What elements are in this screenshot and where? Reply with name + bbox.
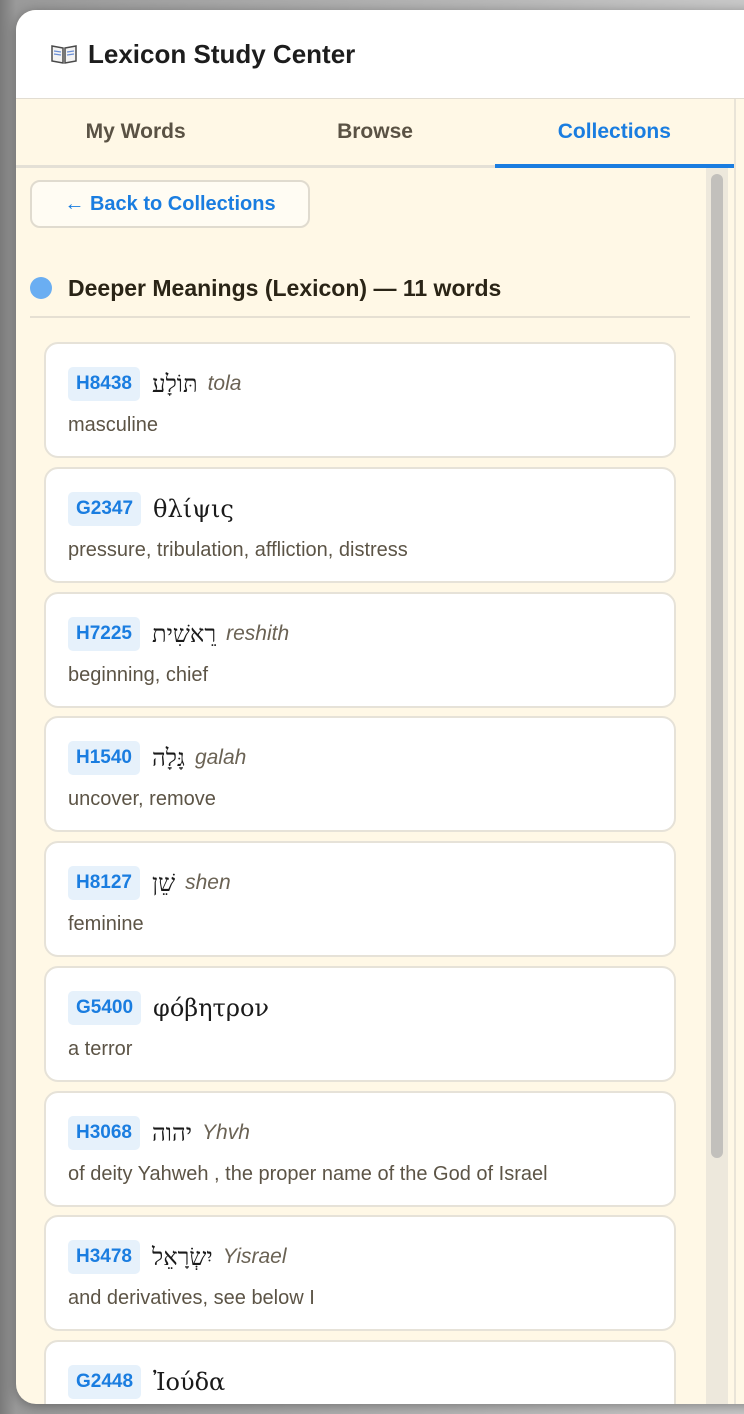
tab-browse[interactable]: Browse [255, 99, 494, 165]
collection-header: Deeper Meanings (Lexicon) — 11 words [30, 260, 690, 318]
title-bar: Lexicon Study Center [16, 10, 744, 99]
strongs-code-badge: H8438 [68, 367, 140, 401]
gloss-text: and derivatives, see below I [68, 1287, 315, 1309]
word-card[interactable]: H3068 יהוה Yhvh of deity Yahweh , the pr… [44, 1091, 676, 1207]
gloss-text: feminine [68, 913, 144, 935]
word-card[interactable]: H1540 גָּלָה galah uncover, remove [44, 716, 676, 832]
scrollbar[interactable] [706, 168, 728, 1404]
word-card[interactable]: G2448 Ἰούδα [44, 1340, 676, 1404]
word-card[interactable]: H8127 שֵׁן shen feminine [44, 841, 676, 957]
transliteration: tola [207, 372, 242, 395]
lemma-text: רֵאשִׁית [152, 619, 217, 648]
scrollbar-thumb[interactable] [711, 174, 723, 1158]
word-card[interactable]: H8438 תּוֹלָע tola masculine [44, 342, 676, 458]
strongs-code-badge: H8127 [68, 866, 140, 900]
lemma-text: גָּלָה [152, 743, 185, 772]
gloss-text: beginning, chief [68, 664, 209, 686]
collection-title: Deeper Meanings (Lexicon) — 11 words [68, 274, 502, 301]
strongs-code-badge: G2347 [68, 492, 142, 526]
back-to-collections-button[interactable]: ← Back to Collections [30, 180, 310, 228]
transliteration: Yhvh [202, 1121, 250, 1144]
tab-my-words[interactable]: My Words [16, 99, 255, 165]
panel-divider [734, 99, 736, 1404]
strongs-code-badge: H1540 [68, 741, 140, 775]
transliteration: reshith [226, 622, 290, 645]
tab-collections[interactable]: Collections [494, 99, 735, 168]
collection-view: ← Back to Collections Deeper Meanings (L… [16, 168, 706, 1404]
lemma-text: שֵׁן [152, 868, 176, 897]
strongs-code-badge: H3478 [68, 1240, 140, 1274]
collection-color-dot [30, 277, 52, 299]
strongs-code-badge: H3068 [68, 1116, 140, 1150]
lemma-text: תּוֹלָע [152, 369, 198, 398]
app-title: Lexicon Study Center [88, 38, 356, 69]
gloss-text: of deity Yahweh , the proper name of the… [68, 1163, 548, 1185]
transliteration: shen [185, 871, 231, 894]
gloss-text: uncover, remove [68, 788, 216, 810]
app-window: Lexicon Study Center My Words Browse Col… [16, 10, 744, 1404]
lemma-text: Ἰούδα [153, 1368, 226, 1396]
lemma-text: יהוה [152, 1118, 193, 1147]
word-card[interactable]: G5400 φόβητρον a terror [44, 966, 676, 1082]
open-book-icon [50, 40, 78, 68]
lemma-text: φόβητρον [153, 994, 269, 1022]
gloss-text: a terror [68, 1038, 133, 1060]
strongs-code-badge: G5400 [68, 991, 142, 1025]
gloss-text: masculine [68, 414, 159, 436]
gloss-text: pressure, tribulation, affliction, distr… [68, 539, 408, 561]
transliteration: galah [194, 746, 247, 769]
transliteration: Yisrael [222, 1245, 287, 1268]
strongs-code-badge: G2448 [68, 1365, 142, 1399]
tab-bar: My Words Browse Collections [16, 99, 735, 168]
lemma-text: יִשְׂרָאֵל [152, 1242, 213, 1271]
word-card[interactable]: G2347 θλίψις pressure, tribulation, affl… [44, 467, 676, 583]
word-card[interactable]: H3478 יִשְׂרָאֵל Yisrael and derivatives… [44, 1215, 676, 1331]
word-card[interactable]: H7225 רֵאשִׁית reshith beginning, chief [44, 592, 676, 708]
lemma-text: θλίψις [153, 495, 234, 523]
strongs-code-badge: H7225 [68, 617, 140, 651]
